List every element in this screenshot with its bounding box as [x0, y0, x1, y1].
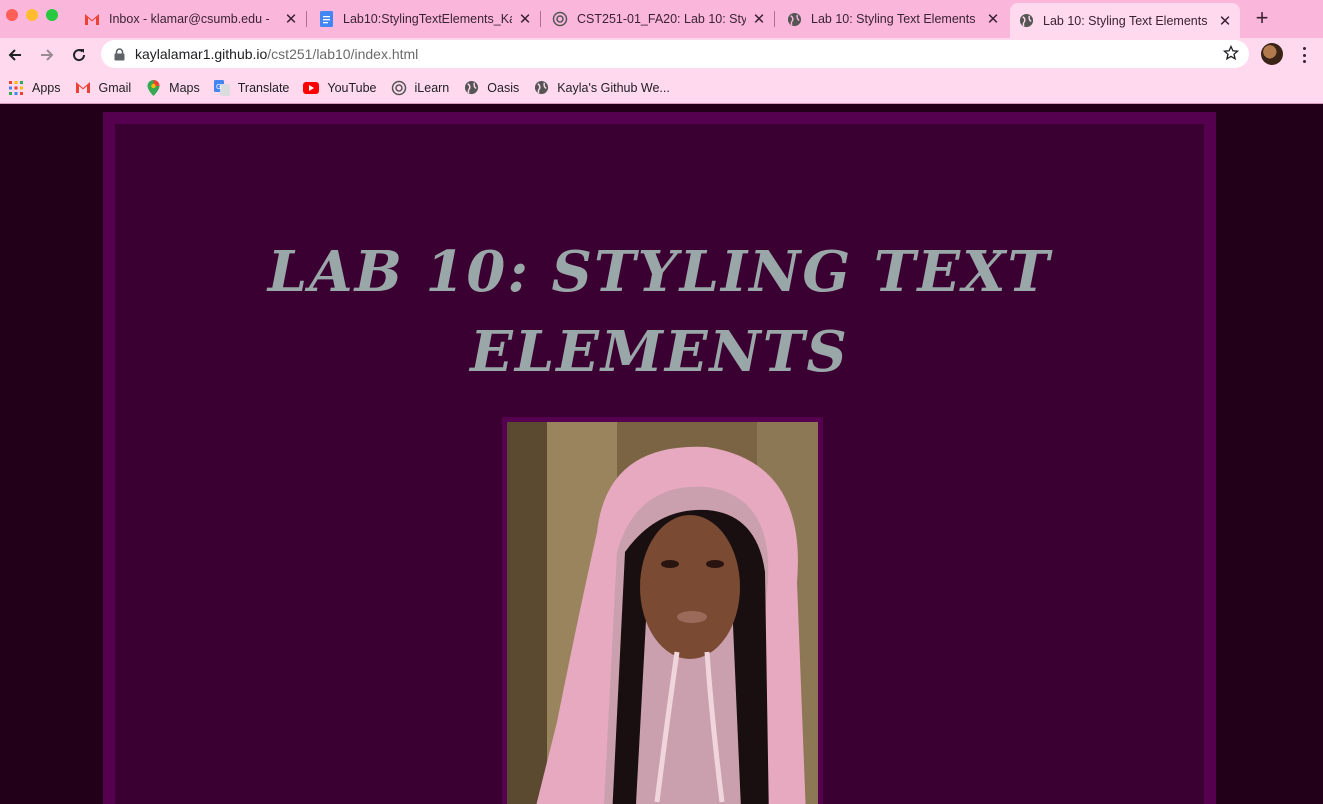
tab-ilearn[interactable]: CST251-01_FA20: Lab 10: Sty ✕	[544, 4, 774, 34]
bookmark-label: Apps	[32, 80, 61, 95]
back-button[interactable]	[2, 42, 28, 68]
profile-avatar[interactable]	[1261, 43, 1283, 65]
google-docs-icon	[318, 11, 334, 27]
tab-strip: Inbox - klamar@csumb.edu - ✕ Lab10:Styli…	[0, 0, 1323, 38]
ilearn-icon	[552, 11, 568, 27]
browser-toolbar: kaylalamar1.github.io/cst251/lab10/index…	[0, 38, 1323, 72]
gmail-icon	[75, 80, 91, 96]
arrow-left-icon	[8, 49, 21, 61]
bookmark-translate[interactable]: G Translate	[213, 79, 290, 96]
reload-icon	[73, 49, 86, 62]
forward-button[interactable]	[34, 42, 60, 68]
tab-gmail-inbox[interactable]: Inbox - klamar@csumb.edu - ✕	[76, 4, 306, 34]
bookmarks-bar: Apps Gmail Maps G Translate YouTube iLea…	[0, 72, 1323, 104]
new-tab-button[interactable]: +	[1252, 7, 1272, 29]
lock-icon	[114, 47, 125, 60]
bookmark-gmail[interactable]: Gmail	[75, 80, 132, 96]
browser-menu-icon[interactable]	[1298, 44, 1310, 66]
photo-frame	[502, 417, 823, 804]
tab-title: Lab 10: Styling Text Elements	[811, 12, 976, 26]
tab-separator	[540, 11, 541, 27]
close-icon[interactable]: ✕	[1218, 12, 1232, 30]
address-bar[interactable]: kaylalamar1.github.io/cst251/lab10/index…	[101, 40, 1249, 68]
translate-icon: G	[213, 79, 230, 96]
page-title-line-1: Lab 10: Styling Text	[267, 239, 1052, 305]
url-path: /cst251/lab10/index.html	[267, 46, 419, 62]
url-host: kaylalamar1.github.io	[135, 46, 268, 62]
tab-separator	[306, 11, 307, 27]
bookmark-label: YouTube	[327, 80, 377, 95]
ilearn-icon	[391, 80, 407, 96]
bookmark-label: Gmail	[98, 80, 132, 95]
window-maximize-button[interactable]	[46, 9, 58, 21]
page-title-line-2: Elements	[470, 319, 849, 385]
close-icon[interactable]: ✕	[752, 10, 766, 28]
bookmark-label: Maps	[169, 80, 200, 95]
bookmark-kayla-github[interactable]: Kayla's Github We...	[533, 80, 670, 96]
tab-lab10-a[interactable]: Lab 10: Styling Text Elements ✕	[778, 4, 1008, 34]
tab-title: CST251-01_FA20: Lab 10: Sty	[577, 12, 746, 26]
tab-google-doc[interactable]: Lab10:StylingTextElements_Ka ✕	[310, 4, 540, 34]
bookmark-label: Kayla's Github We...	[557, 80, 670, 95]
bookmark-label: Oasis	[487, 80, 520, 95]
photo-illustration	[507, 422, 818, 804]
tab-lab10-active[interactable]: Lab 10: Styling Text Elements ✕	[1010, 3, 1240, 38]
maps-pin-icon	[145, 79, 161, 96]
bookmark-oasis[interactable]: Oasis	[463, 80, 519, 96]
gmail-icon	[84, 11, 100, 27]
bookmark-star-icon[interactable]	[1223, 45, 1239, 61]
tab-title: Lab 10: Styling Text Elements	[1043, 13, 1208, 28]
tab-separator	[774, 11, 775, 27]
globe-icon	[1018, 13, 1034, 29]
tab-title: Lab10:StylingTextElements_Ka	[343, 12, 512, 26]
bookmark-label: iLearn	[414, 80, 450, 95]
bookmark-label: Translate	[237, 80, 290, 95]
profile-photo	[507, 422, 818, 804]
bookmark-maps[interactable]: Maps	[145, 79, 200, 96]
close-icon[interactable]: ✕	[986, 10, 1000, 28]
svg-text:G: G	[216, 83, 221, 91]
bookmark-youtube[interactable]: YouTube	[303, 80, 377, 96]
window-minimize-button[interactable]	[26, 9, 38, 21]
youtube-icon	[303, 80, 320, 96]
content-frame: Lab 10: Styling Text Elements	[103, 112, 1216, 804]
globe-icon	[786, 11, 802, 27]
close-icon[interactable]: ✕	[284, 10, 298, 28]
apps-grid-icon	[8, 80, 24, 96]
tab-title: Inbox - klamar@csumb.edu -	[109, 12, 270, 26]
reload-button[interactable]	[66, 42, 92, 68]
page-viewport: Lab 10: Styling Text Elements	[0, 105, 1323, 804]
window-close-button[interactable]	[6, 9, 18, 21]
arrow-right-icon	[41, 49, 54, 61]
globe-icon	[533, 80, 549, 96]
bookmark-apps[interactable]: Apps	[8, 80, 61, 96]
page-title: Lab 10: Styling Text Elements	[115, 232, 1204, 392]
bookmark-ilearn[interactable]: iLearn	[391, 80, 450, 96]
globe-icon	[463, 80, 479, 96]
close-icon[interactable]: ✕	[518, 10, 532, 28]
